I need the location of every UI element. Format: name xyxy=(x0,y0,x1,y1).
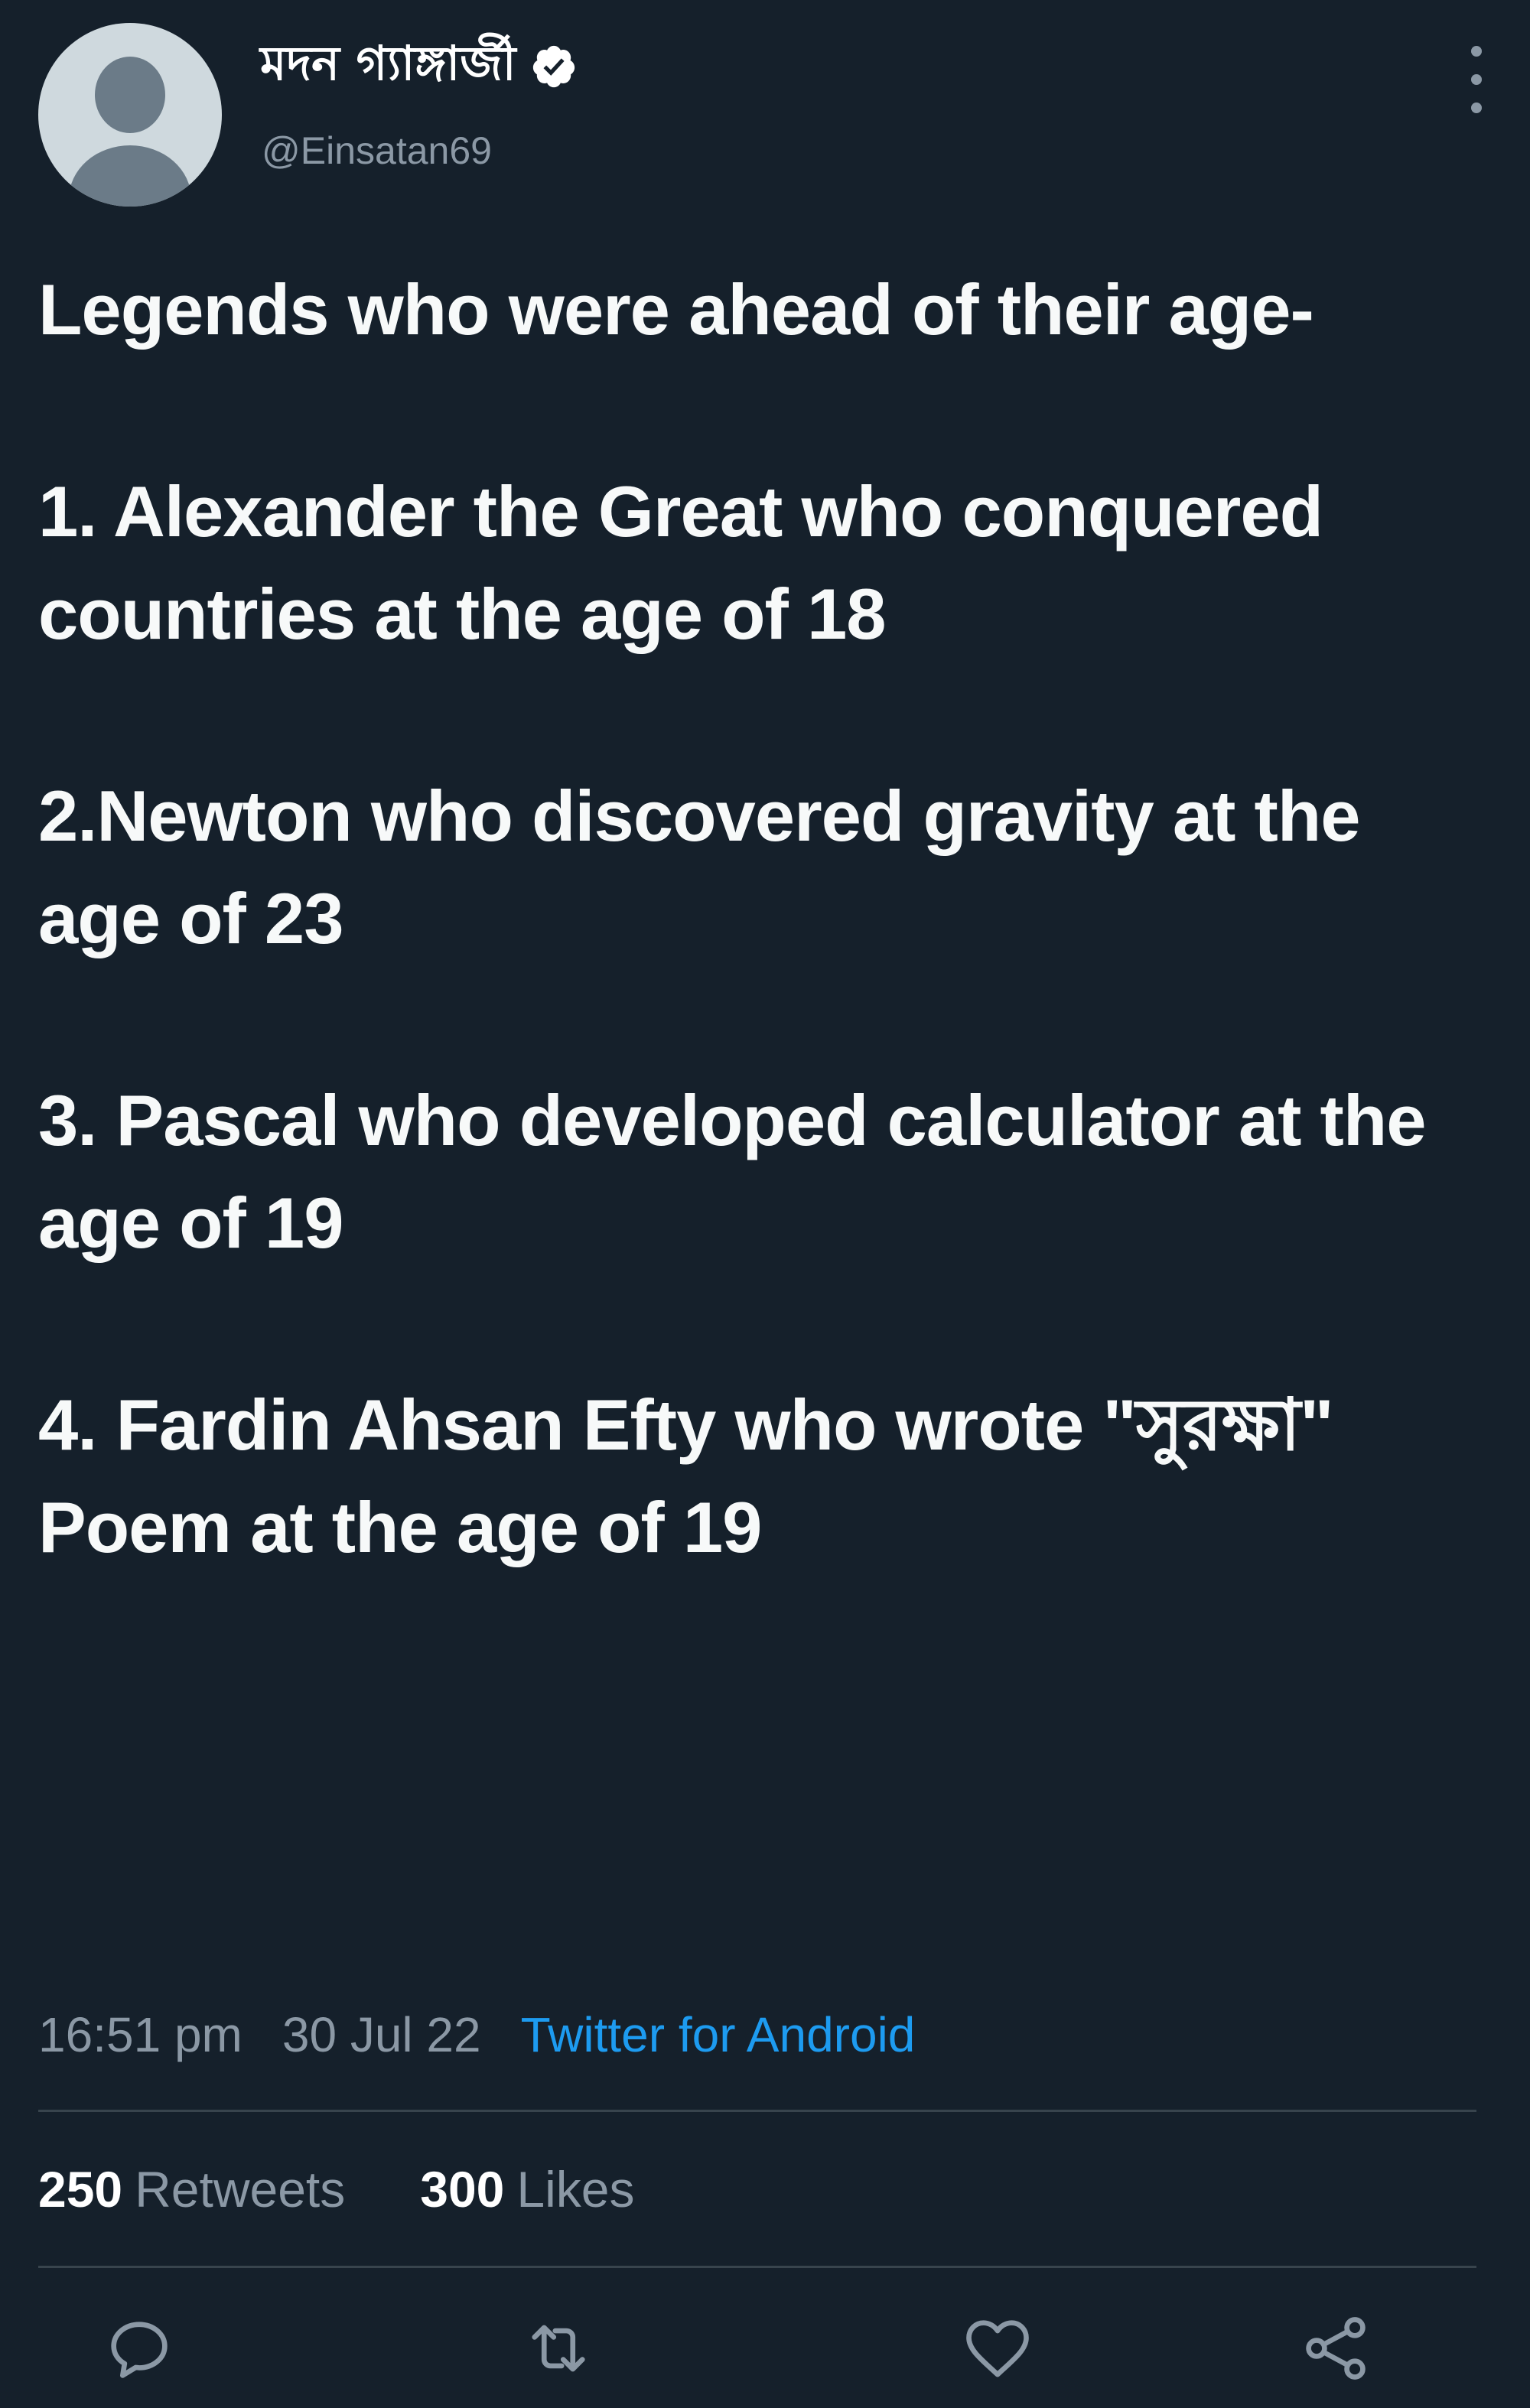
retweets-stat[interactable]: 250 Retweets xyxy=(38,2160,345,2218)
heart-icon[interactable] xyxy=(959,2310,1036,2387)
tweet-time[interactable]: 16:51 pm xyxy=(38,2006,243,2063)
retweet-icon[interactable] xyxy=(520,2310,597,2387)
avatar[interactable] xyxy=(38,23,222,207)
tweet-paragraph: 4. Fardin Ahsan Efty who wrote "সুরক্ষা"… xyxy=(38,1385,1334,1567)
default-avatar-icon xyxy=(95,57,165,133)
tweet-paragraph: Legends who were ahead of their age- xyxy=(38,269,1314,350)
likes-label: Likes xyxy=(516,2161,635,2218)
tweet-paragraph: 1. Alexander the Great who conquered cou… xyxy=(38,471,1323,654)
likes-count: 300 xyxy=(420,2161,505,2218)
divider xyxy=(38,2110,1476,2112)
author-name-row: মদন গ্যাঙ্গার্জী xyxy=(260,32,578,101)
tweet-paragraph: 3. Pascal who developed calculator at th… xyxy=(38,1080,1427,1263)
tweet-actions-bar xyxy=(0,2310,1530,2387)
tweet-header: মদন গ্যাঙ্গার্জী @Einsatan69 xyxy=(38,23,1492,207)
tweet-source-link[interactable]: Twitter for Android xyxy=(521,2006,916,2063)
tweet-text: Legends who were ahead of their age- 1. … xyxy=(38,259,1476,1579)
tweet-paragraph: 2.Newton who discovered gravity at the a… xyxy=(38,776,1361,958)
verified-badge-icon xyxy=(532,45,575,88)
likes-stat[interactable]: 300 Likes xyxy=(420,2160,634,2218)
share-icon[interactable] xyxy=(1297,2310,1374,2387)
reply-icon[interactable] xyxy=(101,2310,177,2387)
author-handle[interactable]: @Einsatan69 xyxy=(262,129,492,173)
retweets-count: 250 xyxy=(38,2161,123,2218)
retweets-label: Retweets xyxy=(135,2161,346,2218)
author-display-name[interactable]: মদন গ্যাঙ্গার্জী xyxy=(260,28,516,106)
tweet-date[interactable]: 30 Jul 22 xyxy=(282,2006,481,2063)
more-options-icon[interactable] xyxy=(1461,41,1492,118)
tweet-stats: 250 Retweets 300 Likes xyxy=(38,2157,634,2221)
divider xyxy=(38,2266,1476,2268)
tweet-meta: 16:51 pm 30 Jul 22 Twitter for Android xyxy=(38,2004,915,2065)
